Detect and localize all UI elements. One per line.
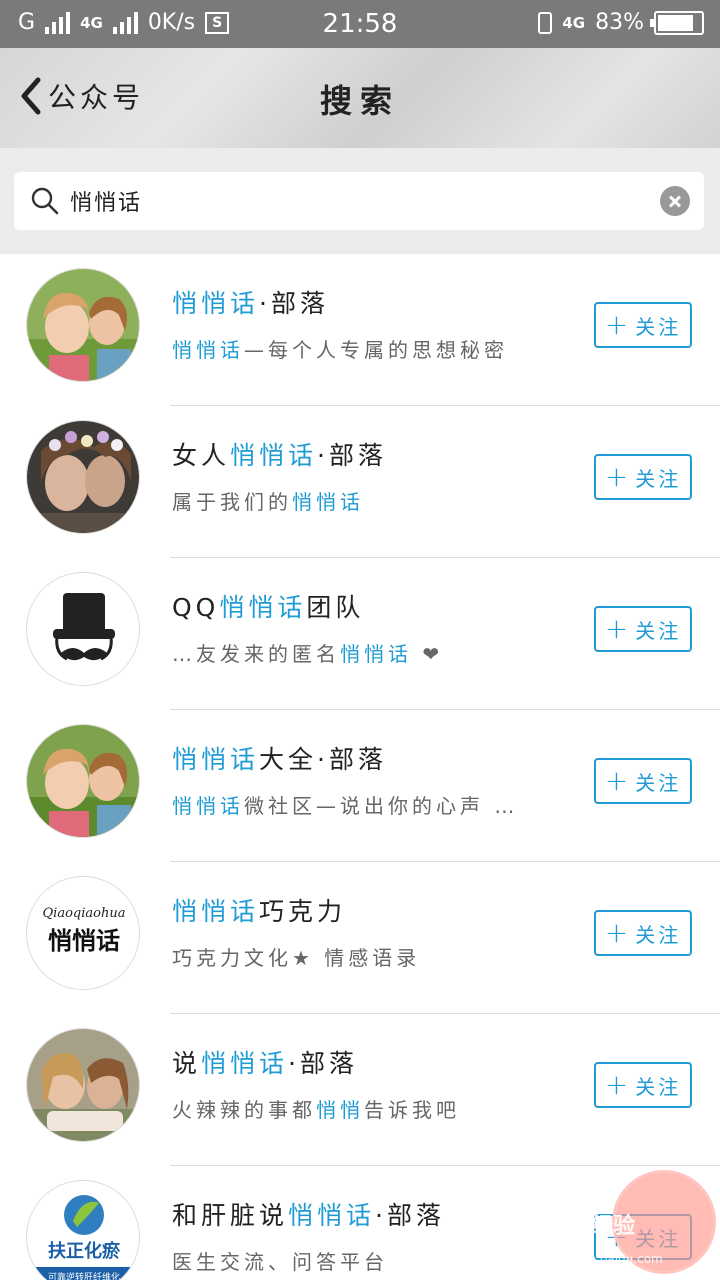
follow-button[interactable]: + 关注 [594, 454, 692, 500]
status-right: 4G 83% [538, 10, 704, 35]
list-item[interactable]: QQ悄悄话团队 …友发来的匿名悄悄话 ❤ + 关注 [0, 558, 720, 710]
account-desc: 属于我们的悄悄话 [172, 490, 364, 514]
svg-text:Qiaoqiaohua: Qiaoqiaohua [43, 906, 126, 921]
avatar [26, 420, 140, 534]
clear-icon[interactable] [660, 186, 690, 216]
follow-button[interactable]: + 关注 [594, 1062, 692, 1108]
plus-icon: + [604, 1220, 632, 1253]
account-desc: 巧克力文化★ 情感语录 [172, 946, 421, 970]
plus-icon: + [604, 308, 632, 341]
search-box[interactable] [14, 172, 704, 230]
follow-button[interactable]: + 关注 [594, 302, 692, 348]
svg-text:悄悄话: 悄悄话 [48, 927, 120, 955]
avatar [26, 268, 140, 382]
brand-logo: 扶正化瘀 可靠逆转肝纤维化 [27, 1195, 139, 1280]
account-desc: 悄悄话—每个人专属的思想秘密 [172, 338, 508, 362]
account-desc: …友发来的匿名悄悄话 ❤ [172, 642, 444, 666]
search-icon [31, 187, 59, 215]
plus-icon: + [604, 916, 632, 949]
follow-button[interactable]: + 关注 [594, 606, 692, 652]
star-icon: ★ [292, 946, 314, 970]
list-item[interactable]: 扶正化瘀 可靠逆转肝纤维化 和肝脏说悄悄话·部落 医生交流、问答平台 + 关注 [0, 1166, 720, 1280]
network-type-right: 4G [562, 13, 586, 32]
account-name: 和肝脏说悄悄话·部落 [172, 1201, 445, 1230]
plus-icon: + [604, 1068, 632, 1101]
battery-percent: 83% [595, 10, 644, 35]
battery-icon [650, 10, 704, 35]
account-name: 说悄悄话·部落 [172, 1049, 358, 1078]
avatar [26, 1028, 140, 1142]
status-bar: G 4G 0K/s S 21:58 4G 83% [0, 0, 720, 48]
search-area [0, 148, 720, 254]
hat-mustache-icon [53, 593, 115, 661]
list-item[interactable]: 悄悄话·部落 悄悄话—每个人专属的思想秘密 + 关注 [0, 254, 720, 406]
follow-button[interactable]: + 关注 [594, 910, 692, 956]
account-name: 悄悄话巧克力 [172, 897, 347, 926]
list-item[interactable]: 女人悄悄话·部落 属于我们的悄悄话 + 关注 [0, 406, 720, 558]
avatar: 扶正化瘀 可靠逆转肝纤维化 [26, 1180, 140, 1280]
svg-text:扶正化瘀: 扶正化瘀 [48, 1240, 121, 1262]
account-name: QQ悄悄话团队 [172, 593, 365, 622]
page-title: 搜索 [319, 82, 400, 120]
plus-icon: + [604, 460, 632, 493]
brand-logo: Qiaoqiaohua 悄悄话 [43, 906, 126, 955]
follow-button[interactable]: + 关注 [594, 758, 692, 804]
vibrate-icon [538, 11, 553, 34]
plus-icon: + [604, 764, 632, 797]
avatar [26, 724, 140, 838]
nav-header: 公众号 搜索 [0, 48, 720, 148]
results-list: 悄悄话·部落 悄悄话—每个人专属的思想秘密 + 关注 女人悄悄话·部落 属于我们的… [0, 254, 720, 1280]
avatar: Qiaoqiaohua 悄悄话 [26, 876, 140, 990]
search-input[interactable] [70, 172, 650, 230]
list-item[interactable]: 说悄悄话·部落 火辣辣的事都悄悄告诉我吧 + 关注 [0, 1014, 720, 1166]
heart-icon: ❤ [412, 642, 444, 666]
account-name: 悄悄话·部落 [172, 289, 329, 318]
account-desc: 医生交流、问答平台 [172, 1250, 388, 1274]
account-name: 悄悄话大全·部落 [172, 745, 387, 774]
account-desc: 火辣辣的事都悄悄告诉我吧 [172, 1098, 460, 1122]
plus-icon: + [604, 612, 632, 645]
list-item[interactable]: 悄悄话大全·部落 悄悄话微社区—说出你的心声 … + 关注 [0, 710, 720, 862]
account-desc: 悄悄话微社区—说出你的心声 … [172, 794, 519, 818]
svg-text:可靠逆转肝纤维化: 可靠逆转肝纤维化 [48, 1271, 120, 1280]
list-item[interactable]: Qiaoqiaohua 悄悄话 悄悄话巧克力 巧克力文化★ 情感语录 + 关注 [0, 862, 720, 1014]
account-name: 女人悄悄话·部落 [172, 441, 387, 470]
follow-button[interactable]: + 关注 [594, 1214, 692, 1260]
avatar [26, 572, 140, 686]
